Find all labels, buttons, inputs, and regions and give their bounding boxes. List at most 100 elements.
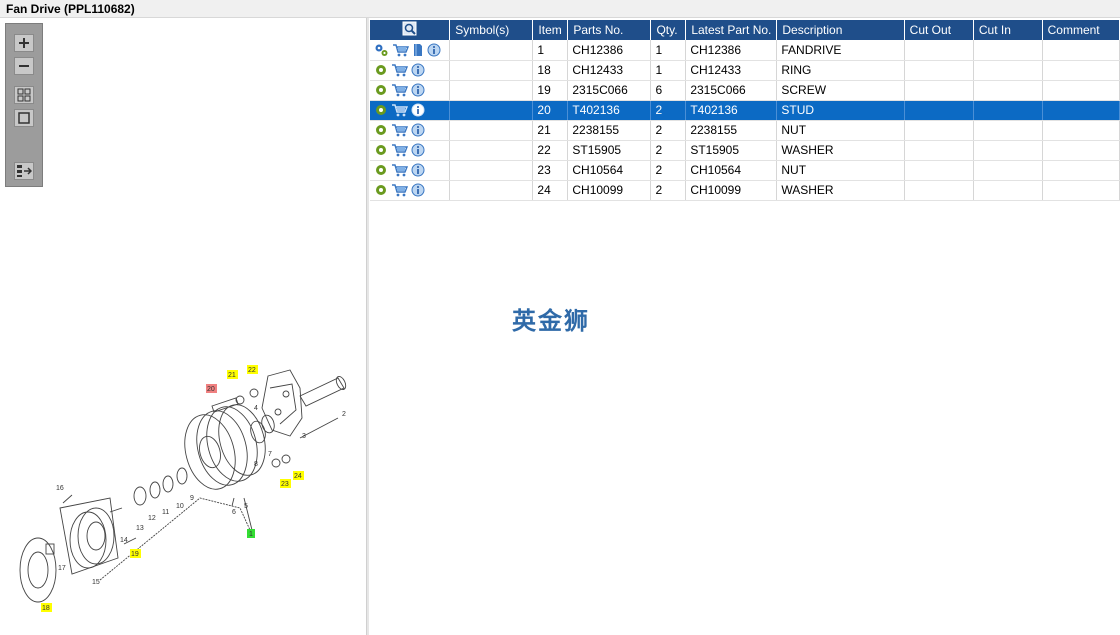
cell-cut-in	[973, 140, 1043, 161]
cell-description: RING	[776, 60, 905, 81]
info-icon[interactable]	[411, 183, 425, 197]
row-actions	[370, 180, 451, 201]
callout-22[interactable]: 22	[247, 365, 258, 374]
cell-cut-in	[973, 60, 1043, 81]
cell-cut-in	[973, 80, 1043, 101]
header-part-no[interactable]: Parts No.	[567, 20, 652, 40]
table-row[interactable]: 22 ST15905 2 ST15905 WASHER	[370, 140, 1120, 161]
cell-cut-in	[973, 120, 1043, 141]
callout-21-label: 21	[228, 372, 236, 379]
cell-qty: 1	[650, 40, 687, 61]
gear-icon[interactable]	[374, 63, 388, 77]
header-comment[interactable]: Comment	[1042, 20, 1120, 40]
gear-icon[interactable]	[374, 183, 388, 197]
cell-cut-out	[904, 100, 974, 121]
cell-symbol	[449, 160, 534, 181]
cell-latest-part-no: CH12433	[685, 60, 778, 81]
callout-1[interactable]: 1	[247, 529, 255, 538]
cell-latest-part-no: CH10099	[685, 180, 778, 201]
header-item[interactable]: Item	[532, 20, 569, 40]
label-13: 13	[136, 525, 144, 532]
cell-item: 19	[532, 80, 569, 101]
zoom-in-button[interactable]	[14, 34, 34, 52]
callout-18-label: 18	[42, 605, 50, 612]
table-row[interactable]: 24 CH10099 2 CH10099 WASHER	[370, 180, 1120, 201]
cart-icon[interactable]	[391, 123, 408, 137]
table-row[interactable]: 23 CH10564 2 CH10564 NUT	[370, 160, 1120, 181]
cell-qty: 2	[650, 120, 687, 141]
cell-part-no: CH12433	[567, 60, 652, 81]
diagram-pane[interactable]: 2 3 4 5 6 7 8 9 10 11 12 13 14 15 16 17 …	[0, 18, 366, 635]
cell-comment	[1042, 40, 1120, 61]
cart-icon[interactable]	[391, 163, 408, 177]
gear-icon[interactable]	[374, 163, 388, 177]
gear-icon[interactable]	[374, 143, 388, 157]
header-description[interactable]: Description	[776, 20, 905, 40]
callout-24-label: 24	[294, 473, 302, 480]
info-icon[interactable]	[411, 143, 425, 157]
cart-icon[interactable]	[391, 83, 408, 97]
gear-icon[interactable]	[374, 83, 388, 97]
cell-description: WASHER	[776, 140, 905, 161]
callout-19[interactable]: 19	[130, 549, 141, 558]
header-actions[interactable]	[370, 20, 451, 40]
info-icon[interactable]	[411, 163, 425, 177]
callout-24[interactable]: 24	[293, 471, 304, 480]
gear-icon[interactable]	[374, 123, 388, 137]
label-10: 10	[176, 503, 184, 510]
label-17: 17	[58, 565, 66, 572]
cell-symbol	[449, 140, 534, 161]
table-row[interactable]: 19 2315C066 6 2315C066 SCREW	[370, 80, 1120, 101]
callout-23-label: 23	[281, 481, 289, 488]
header-symbols[interactable]: Symbol(s)	[449, 20, 534, 40]
label-4: 4	[254, 405, 258, 412]
cell-comment	[1042, 160, 1120, 181]
info-icon[interactable]	[427, 43, 441, 57]
cell-qty: 2	[650, 160, 687, 181]
cart-icon[interactable]	[391, 63, 408, 77]
watermark-text: 英金狮	[512, 307, 590, 335]
cell-latest-part-no: ST15905	[685, 140, 778, 161]
zoom-out-button[interactable]	[14, 57, 34, 75]
callout-21[interactable]: 21	[227, 370, 238, 379]
info-icon[interactable]	[411, 103, 425, 117]
info-icon[interactable]	[411, 123, 425, 137]
header-qty[interactable]: Qty.	[650, 20, 687, 40]
callout-18[interactable]: 18	[41, 603, 52, 612]
table-row[interactable]: 21 2238155 2 2238155 NUT	[370, 120, 1120, 141]
viewer-toolbar	[5, 23, 43, 187]
label-11: 11	[162, 509, 169, 516]
table-row[interactable]: 1 CH12386 1 CH12386 FANDRIVE	[370, 40, 1120, 61]
header-latest-part-no[interactable]: Latest Part No.	[685, 20, 778, 40]
label-2: 2	[342, 411, 346, 418]
header-cut-in[interactable]: Cut In	[973, 20, 1043, 40]
label-16: 16	[56, 485, 64, 492]
cart-icon[interactable]	[391, 143, 408, 157]
actual-size-button[interactable]	[14, 109, 34, 127]
table-row-selected[interactable]: 20 T402136 2 T402136 STUD	[370, 100, 1120, 121]
book-icon[interactable]	[412, 43, 424, 57]
cart-icon[interactable]	[391, 183, 408, 197]
cell-description: STUD	[776, 100, 905, 121]
cell-cut-out	[904, 60, 974, 81]
cart-icon[interactable]	[391, 103, 408, 117]
label-8: 8	[254, 461, 258, 468]
cell-cut-out	[904, 180, 974, 201]
info-icon[interactable]	[411, 83, 425, 97]
info-icon[interactable]	[411, 63, 425, 77]
header-cut-out[interactable]: Cut Out	[904, 20, 974, 40]
list-view-button[interactable]	[14, 162, 34, 180]
callout-23[interactable]: 23	[280, 479, 291, 488]
gears-icon[interactable]	[374, 43, 389, 57]
cell-cut-in	[973, 100, 1043, 121]
cell-comment	[1042, 120, 1120, 141]
fit-all-button[interactable]	[14, 86, 34, 104]
cart-icon[interactable]	[392, 43, 409, 57]
cell-item: 21	[532, 120, 569, 141]
cell-part-no: 2315C066	[567, 80, 652, 101]
gear-icon[interactable]	[374, 103, 388, 117]
cell-latest-part-no: 2315C066	[685, 80, 778, 101]
table-row[interactable]: 18 CH12433 1 CH12433 RING	[370, 60, 1120, 81]
callout-20[interactable]: 20	[206, 384, 217, 393]
label-9: 9	[190, 495, 194, 502]
